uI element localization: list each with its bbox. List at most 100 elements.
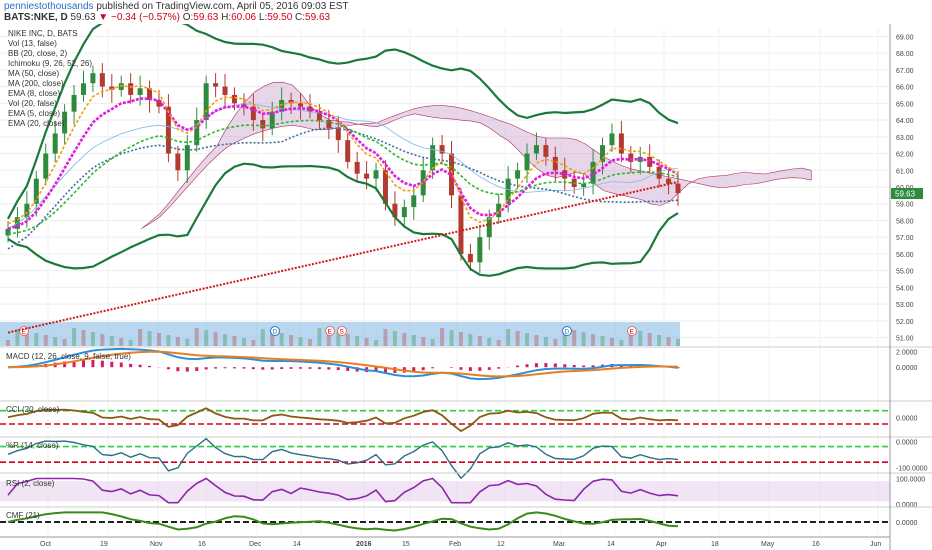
legend-item[interactable]: EMA (8, close)	[8, 89, 60, 98]
close-label: C:	[295, 12, 306, 23]
volume-bars: EDESDE	[0, 322, 680, 346]
price-tick-label: 58.00	[896, 218, 914, 225]
volume-bar	[657, 335, 662, 346]
candle-body	[618, 133, 624, 154]
macd-histogram-bar	[308, 367, 312, 369]
volume-bar	[34, 333, 39, 346]
candle-body	[430, 145, 436, 171]
volume-bar	[204, 330, 209, 346]
candle-body	[231, 94, 237, 104]
candle-body	[411, 195, 417, 208]
macd-histogram-bar	[280, 367, 284, 370]
candle-body	[533, 145, 539, 154]
volume-bar	[572, 330, 577, 346]
volume-bar	[194, 328, 199, 346]
time-tick-label: 18	[711, 541, 719, 548]
candle-body	[90, 73, 96, 84]
volume-bar	[392, 331, 397, 346]
price-tick-label: 54.00	[896, 285, 914, 292]
legend-item[interactable]: MA (200, close)	[8, 79, 64, 88]
event-marker-label: D	[565, 329, 570, 336]
time-tick-label: Nov	[150, 541, 163, 548]
candle-body	[335, 128, 341, 141]
macd-histogram-bar	[129, 363, 133, 368]
legend-item[interactable]: Vol (20, false)	[8, 99, 57, 108]
candle-body	[486, 217, 492, 238]
panel-tick-label: 0.0000	[896, 365, 918, 372]
candle-body	[373, 170, 379, 179]
volume-bar	[147, 331, 152, 346]
volume-bar	[487, 338, 492, 346]
panel-tick-label: 100.0000	[896, 477, 925, 484]
high-label: H:	[221, 12, 232, 23]
macd-histogram-bar	[534, 363, 538, 368]
macd-histogram-bar	[478, 367, 482, 371]
candle-body	[52, 133, 58, 154]
macd-histogram-bar	[214, 367, 218, 369]
legend-item[interactable]: Vol (13, false)	[8, 39, 57, 48]
volume-bar	[223, 334, 228, 346]
publisher-name[interactable]: penniestothousands	[4, 1, 94, 12]
macd-histogram-bar	[544, 363, 548, 368]
legend-item[interactable]: EMA (5, close)	[8, 109, 60, 118]
time-tick-label: Jun	[870, 541, 881, 548]
volume-bar	[374, 340, 379, 346]
symbol-line: BATS:NKE, D 59.63 ▼ −0.34 (−0.57%) O:59.…	[4, 12, 330, 24]
volume-bar	[307, 339, 312, 346]
legend-item[interactable]: BB (20, close, 2)	[8, 49, 67, 58]
event-marker-label: S	[340, 329, 345, 336]
wr-label[interactable]: %R (14, close)	[6, 441, 59, 450]
volume-bar	[289, 335, 294, 346]
event-marker-label: E	[328, 329, 333, 336]
macd-histogram-bar	[91, 359, 95, 368]
panel-tick-label: 2.0000	[896, 350, 918, 357]
price-tick-label: 61.00	[896, 168, 914, 175]
volume-bar	[43, 335, 48, 346]
macd-histogram-bar	[572, 365, 576, 368]
panel-tick-label: 0.0000	[896, 439, 918, 446]
macd-histogram-bar	[110, 361, 114, 368]
volume-bar	[241, 338, 246, 346]
cmf-label[interactable]: CMF (21)	[6, 511, 40, 520]
legend-item[interactable]: EMA (20, close)	[8, 119, 65, 128]
time-tick-label: 15	[402, 541, 410, 548]
macd-histogram-bar	[591, 365, 595, 368]
panel-tick-label: 0.0000	[896, 520, 918, 527]
down-arrow-icon: ▼	[98, 12, 109, 23]
time-tick-label: Dec	[249, 541, 262, 548]
volume-bar	[458, 332, 463, 346]
macd-histogram-bar	[223, 367, 227, 369]
close-value: 59.63	[305, 12, 331, 23]
chart-canvas[interactable]: EDESDE 2.00000.00000.00000.0000-100.0000…	[0, 24, 932, 550]
time-tick-label: Apr	[656, 541, 668, 548]
volume-bar	[581, 332, 586, 346]
candle-body	[675, 183, 681, 194]
volume-bar	[185, 339, 190, 346]
candle-body	[222, 86, 228, 95]
macd-histogram-bar	[516, 365, 520, 368]
candle-body	[260, 120, 266, 129]
volume-bar	[355, 336, 360, 346]
volume-bar	[6, 340, 10, 346]
volume-bar	[411, 335, 416, 346]
volume-bar	[90, 332, 95, 346]
price-tick-label: 59.00	[896, 202, 914, 209]
candle-body	[298, 103, 304, 107]
volume-bar	[647, 333, 652, 346]
legend-item[interactable]: MA (50, close)	[8, 69, 59, 78]
candle-body	[364, 173, 370, 179]
macd-histogram-bar	[327, 367, 331, 370]
macd-histogram-bar	[195, 367, 199, 372]
price-change: −0.34 (−0.57%)	[110, 12, 180, 23]
volume-bar	[449, 330, 454, 346]
rsi-label[interactable]: RSI (2, close)	[6, 479, 55, 488]
legend-item[interactable]: Ichimoku (9, 26, 52, 26)	[8, 59, 92, 68]
cci-label[interactable]: CCI (20, close)	[6, 405, 60, 414]
volume-bar	[440, 328, 445, 346]
macd-label[interactable]: MACD (12, 26, close, 9, false, true)	[6, 352, 131, 361]
legend-item[interactable]: NIKE INC, D, BATS	[8, 29, 78, 38]
last-price: 59.63	[70, 12, 96, 23]
volume-bar	[72, 328, 77, 346]
volume-bar	[600, 336, 605, 346]
symbol[interactable]: BATS:NKE, D	[4, 12, 68, 23]
